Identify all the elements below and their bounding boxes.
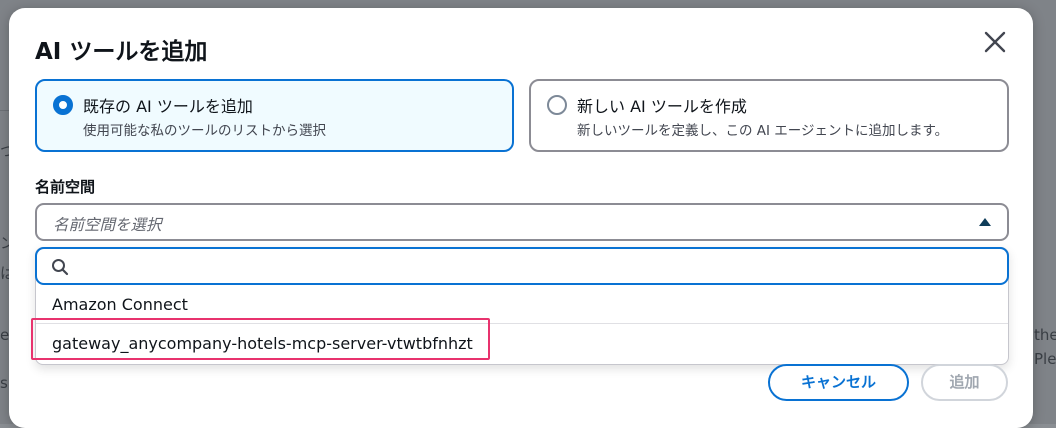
tile-add-existing-tool[interactable]: 既存の AI ツールを追加 使用可能な私のツールのリストから選択 [35, 79, 514, 152]
cancel-button[interactable]: キャンセル [768, 364, 909, 401]
option-label: Amazon Connect [52, 295, 188, 314]
backdrop-text: e [0, 326, 10, 344]
namespace-label: 名前空間 [35, 178, 96, 196]
namespace-filter-input[interactable] [81, 255, 985, 279]
namespace-select[interactable]: 名前空間を選択 [35, 203, 1009, 241]
close-button[interactable] [981, 28, 1009, 56]
namespace-option[interactable]: gateway_anycompany-hotels-mcp-server-vtw… [36, 325, 1008, 364]
close-icon [984, 31, 1006, 53]
tile-description: 使用可能な私のツールのリストから選択 [83, 123, 326, 139]
namespace-dropdown: Amazon Connect gateway_anycompany-hotels… [35, 247, 1009, 365]
add-ai-tool-modal: AI ツールを追加 既存の AI ツールを追加 使用可能な私のツールのリストから… [9, 8, 1033, 428]
radio-create-new-tool[interactable] [547, 95, 567, 115]
namespace-placeholder: 名前空間を選択 [53, 216, 162, 234]
backdrop-divider [0, 110, 9, 111]
namespace-option[interactable]: Amazon Connect [36, 285, 1008, 324]
tile-create-new-tool[interactable]: 新しい AI ツールを作成 新しいツールを定義し、この AI エージェントに追加… [529, 79, 1009, 152]
add-button[interactable]: 追加 [921, 364, 1008, 401]
modal-title: AI ツールを追加 [35, 39, 208, 65]
tile-title: 既存の AI ツールを追加 [83, 97, 253, 116]
backdrop-text: Ple [1034, 350, 1056, 368]
namespace-filter [35, 247, 1009, 285]
tile-description: 新しいツールを定義し、この AI エージェントに追加します。 [577, 123, 949, 139]
tile-title: 新しい AI ツールを作成 [577, 97, 747, 116]
backdrop-text: s [0, 374, 8, 392]
caret-up-icon [979, 218, 991, 226]
radio-add-existing-tool[interactable] [53, 95, 73, 115]
option-label: gateway_anycompany-hotels-mcp-server-vtw… [52, 334, 473, 353]
search-icon [52, 259, 69, 276]
backdrop-text: the [1034, 326, 1056, 344]
